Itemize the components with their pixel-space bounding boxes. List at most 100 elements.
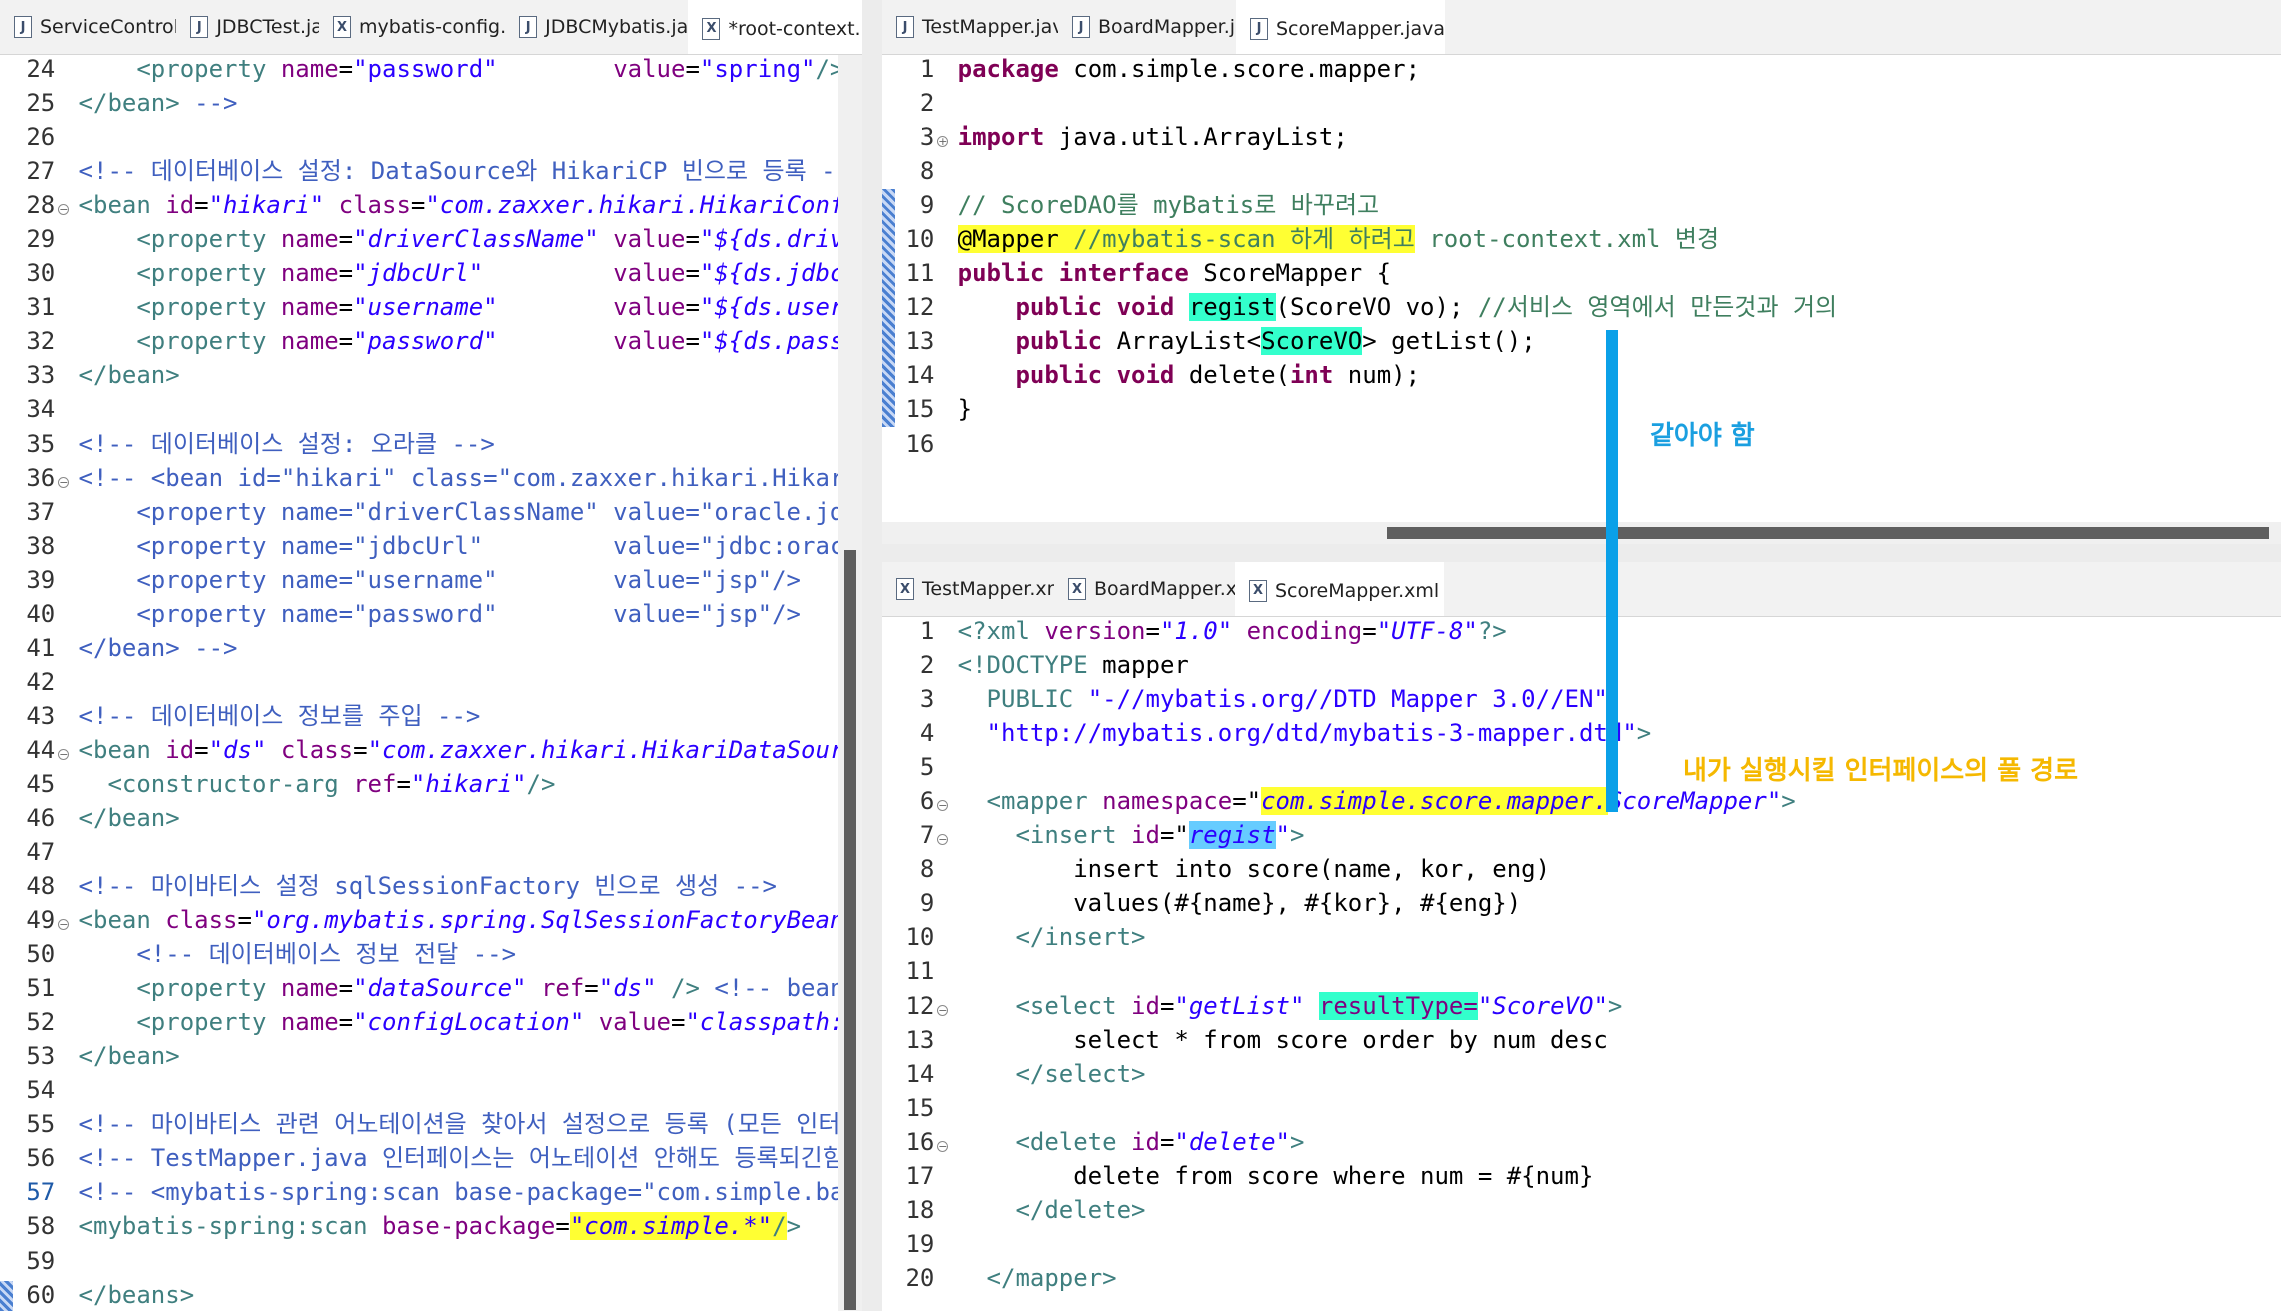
code-line[interactable]: <property name="jdbcUrl" value="jdbc:ora… (79, 529, 838, 563)
code-line[interactable]: values(#{name}, #{kor}, #{eng}) (958, 886, 1521, 920)
fold-toggle-icon[interactable]: − (937, 1140, 949, 1152)
code-line[interactable]: </insert> (958, 920, 1145, 954)
line-number: 36 (26, 463, 56, 492)
code-line[interactable]: <property name="jdbcUrl" value="${ds.jdb… (79, 256, 838, 290)
tab-scoremapper-java[interactable]: JScoreMapper.java✕ (1236, 0, 1445, 54)
code-line[interactable]: <property name="configLocation" value="c… (79, 1005, 838, 1039)
code-line[interactable]: </mapper> (958, 1261, 1117, 1295)
fold-toggle-icon[interactable]: − (58, 748, 70, 760)
code-line[interactable]: <property name="driverClassName" value="… (79, 495, 838, 529)
code-line[interactable]: <select id="getList" resultType="ScoreVO… (958, 989, 1622, 1023)
code-line[interactable]: <?xml version="1.0" encoding="UTF-8"?> (958, 617, 1507, 648)
fold-toggle-icon[interactable]: − (58, 204, 70, 216)
code-line[interactable]: </bean> --> (79, 631, 238, 665)
pane-separator[interactable] (862, 0, 882, 1311)
code-line[interactable]: </bean> (79, 801, 180, 835)
tab-testmapper-java[interactable]: J TestMapper.java (882, 0, 1058, 54)
tab-boardmapper-xml[interactable]: X BoardMapper.xml (1054, 562, 1235, 616)
java-horizontal-scrollbar[interactable] (882, 522, 2281, 544)
code-line[interactable]: <mybatis-spring:scan base-package="com.s… (79, 1209, 801, 1243)
code-line[interactable]: <constructor-arg ref="hikari"/> (79, 767, 555, 801)
code-line[interactable]: PUBLIC "-//mybatis.org//DTD Mapper 3.0//… (958, 682, 1608, 716)
code-line[interactable]: <property name="username" value="jsp"/> (79, 563, 801, 597)
code-line[interactable]: <!-- <bean id="hikari" class="com.zaxxer… (79, 461, 838, 495)
code-token: <!-- TestMapper.java 인터페이스는 어노테이션 안해도 등록… (78, 1144, 838, 1173)
fold-toggle-icon[interactable]: − (937, 800, 949, 812)
tab-label: JDBCTest.java (216, 16, 320, 38)
code-line[interactable]: public ArrayList<ScoreVO> getList(); (958, 324, 1536, 358)
left-scroll-thumb[interactable] (844, 550, 856, 1310)
fold-toggle-icon[interactable]: − (58, 476, 70, 488)
code-line[interactable]: <property name="dataSource" ref="ds" /> … (79, 971, 838, 1005)
score-mapper-xml-editor[interactable]: 1 <?xml version="1.0" encoding="UTF-8"?> 2… (882, 617, 2281, 1311)
code-line[interactable]: public void delete(int num); (958, 358, 1420, 392)
java-tab-bar: J TestMapper.java J BoardMapper.java J ScoreM… (882, 0, 2281, 55)
code-token: name (280, 1008, 339, 1037)
code-line[interactable]: package com.simple.score.mapper; (958, 55, 1420, 86)
code-line[interactable]: <property name="driverClassName" value="… (79, 222, 838, 256)
fold-toggle-icon[interactable]: − (58, 919, 70, 931)
editor-area-gap (882, 544, 2281, 562)
code-line[interactable]: <!-- <mybatis-spring:scan base-package="… (79, 1175, 838, 1209)
code-token: </mapper> (986, 1263, 1117, 1292)
code-line[interactable]: </select> (958, 1057, 1145, 1091)
code-line[interactable]: <property name="password" value="spring"… (79, 55, 838, 86)
code-line[interactable]: <insert id="regist"> (958, 818, 1304, 852)
code-line[interactable]: <bean class="org.mybatis.spring.SqlSessi… (79, 903, 838, 937)
code-token: "spring" (699, 55, 816, 84)
java-scroll-thumb[interactable] (1387, 527, 2269, 539)
line-number: 39 (26, 565, 56, 594)
tab-jdbctest-java[interactable]: J JDBCTest.java (176, 0, 319, 54)
code-token: class (338, 191, 411, 220)
code-line[interactable]: <!-- TestMapper.java 인터페이스는 어노테이션 안해도 등록… (79, 1141, 838, 1175)
tab-scoremapper-xml[interactable]: XScoreMapper.xml✕ (1235, 562, 1444, 616)
code-line[interactable]: <bean id="ds" class="com.zaxxer.hikari.H… (79, 733, 838, 767)
left-vertical-scrollbar[interactable] (838, 55, 862, 1311)
code-line[interactable]: } (958, 392, 972, 426)
code-line[interactable]: <!DOCTYPE mapper (958, 648, 1189, 682)
code-line[interactable]: public void regist(ScoreVO vo); //서비스 영역… (958, 290, 1837, 324)
code-line[interactable]: @Mapper //mybatis-scan 하게 하려고 root-conte… (957, 222, 1719, 256)
code-line[interactable]: </bean> (79, 1039, 180, 1073)
java-file-icon: J (14, 16, 32, 38)
code-line[interactable]: </delete> (958, 1193, 1145, 1227)
code-line[interactable]: <!-- 데이터베이스 설정: 오라클 --> (79, 427, 495, 461)
code-line[interactable]: <!-- 데이터베이스 정보 전달 --> (79, 937, 516, 971)
code-token: id (165, 191, 195, 220)
code-line[interactable]: <delete id="delete"> (958, 1125, 1304, 1159)
code-line[interactable]: select * from score order by num desc (958, 1023, 1608, 1057)
code-line[interactable]: <property name="password" value="jsp"/> (79, 597, 801, 631)
fold-toggle-icon[interactable]: + (937, 136, 949, 148)
tab-servicecontrol[interactable]: J ServiceControl... (0, 0, 176, 54)
code-token: = (410, 191, 426, 220)
code-line[interactable]: <mapper namespace="com.simple.score.mapp… (958, 784, 1796, 818)
code-line[interactable]: <!-- 마이바티스 관련 어노테이션을 찾아서 설정으로 등록 (모든 인터페… (79, 1107, 838, 1141)
line-number: 56 (26, 1144, 56, 1173)
code-line[interactable]: </bean> (79, 358, 180, 392)
code-line[interactable]: insert into score(name, kor, eng) (958, 852, 1550, 886)
code-line[interactable]: delete from score where num = #{num} (958, 1159, 1593, 1193)
tab-root-context[interactable]: X*root-context....✕ (688, 0, 862, 54)
code-line[interactable]: import java.util.ArrayList; (958, 120, 1348, 154)
tab-jdbcmybatis-java[interactable]: J JDBCMybatis.java (505, 0, 688, 54)
root-context-editor[interactable]: 24 <property name="password" value="spri… (0, 55, 838, 1311)
fold-toggle-icon[interactable]: − (937, 834, 949, 846)
code-line[interactable]: <property name="username" value="${ds.us… (79, 290, 838, 324)
code-line[interactable]: </bean> --> (79, 86, 238, 120)
xml-file-icon: X (702, 17, 721, 40)
fold-toggle-icon[interactable]: − (937, 1004, 949, 1016)
code-line[interactable]: public interface ScoreMapper { (958, 256, 1391, 290)
code-line[interactable]: // ScoreDAO를 myBatis로 바꾸려고 (958, 188, 1379, 222)
tab-mybatis-config[interactable]: Xmybatis-config... (319, 0, 505, 54)
code-line[interactable]: <bean id="hikari" class="com.zaxxer.hika… (79, 188, 838, 222)
code-line[interactable]: </beans> (79, 1278, 195, 1311)
code-line[interactable]: "http://mybatis.org/dtd/mybatis-3-mapper… (958, 716, 1652, 750)
code-line[interactable]: <!-- 데이터베이스 설정: DataSource와 HikariCP 빈으로… (79, 154, 838, 188)
score-mapper-java-editor[interactable]: 1 package com.simple.score.mapper; 2 3 + impo… (882, 55, 2281, 520)
tab-boardmapper-java[interactable]: J BoardMapper.java (1058, 0, 1236, 54)
code-line[interactable]: <!-- 데이터베이스 정보를 주입 --> (79, 699, 481, 733)
code-line[interactable]: <!-- 마이바티스 설정 sqlSessionFactory 빈으로 생성 -… (79, 869, 777, 903)
code-line[interactable]: <property name="password" value="${ds.pa… (79, 324, 838, 358)
tab-testmapper-xml[interactable]: X TestMapper.xml (882, 562, 1054, 616)
